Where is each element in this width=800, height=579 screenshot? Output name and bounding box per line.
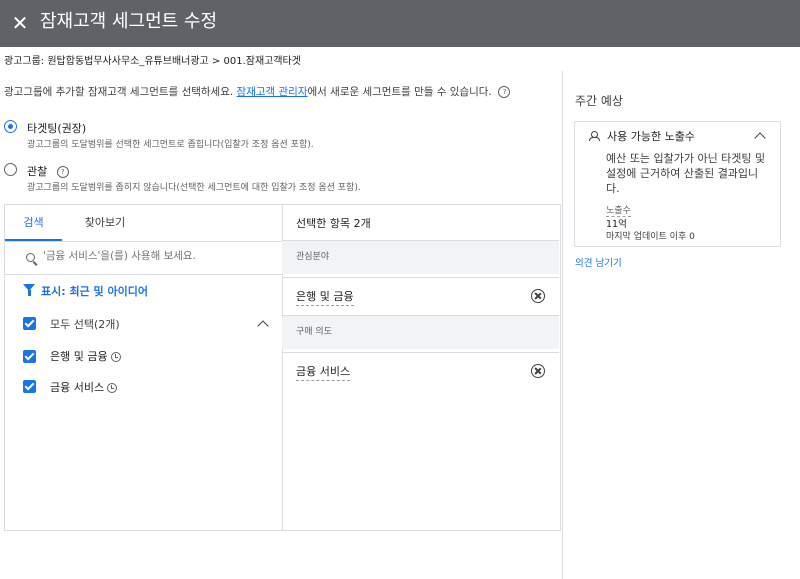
tab-browse[interactable]: 찾아보기 [75, 205, 135, 241]
item-checkbox-financial[interactable] [23, 380, 36, 393]
help-icon[interactable]: ? [498, 86, 511, 98]
feedback-link[interactable]: 의견 남기기 [575, 255, 622, 269]
observation-radio[interactable] [4, 163, 17, 176]
estimate-card-desc: 예산 또는 입찰가가 아닌 타겟팅 및 설정에 근거하여 산출된 결과입니다. [606, 152, 766, 195]
select-all-label: 모두 선택(2개) [50, 318, 120, 331]
dialog-header: ✕ 잠재고객 세그먼트 수정 [0, 0, 800, 47]
intro-text-after: 에서 새로운 세그먼트를 만들 수 있습니다. [307, 86, 492, 98]
selected-divider [282, 352, 559, 353]
observation-help-icon[interactable]: ? [56, 166, 69, 178]
selected-item-financial: 금융 서비스 [296, 363, 351, 381]
item-text-banking: 은행 및 금융 [50, 350, 108, 363]
observation-label-text: 관찰 [27, 165, 48, 178]
selected-group-purchase: 구매 의도 [282, 316, 559, 349]
selected-divider [282, 277, 559, 278]
estimate-card-title: 사용 가능한 노출수 [607, 130, 695, 143]
clock-icon [110, 352, 121, 362]
dialog-title: 잠재고객 세그먼트 수정 [40, 11, 218, 32]
item-text-financial: 금융 서비스 [50, 381, 105, 394]
observation-label: 관찰 ? [27, 163, 69, 179]
intro-text-before: 광고그룹에 추가할 잠재고객 세그먼트를 선택하세요. [4, 86, 237, 98]
side-divider [562, 71, 563, 579]
search-input[interactable] [43, 250, 273, 262]
selected-item-banking: 은행 및 금융 [296, 288, 354, 306]
select-all-checkbox[interactable] [23, 317, 36, 330]
targeting-desc: 광고그룹의 도달범위를 선택한 세그먼트로 좁힙니다(입찰가 조정 옵션 포함)… [27, 140, 314, 150]
item-label-financial: 금융 서비스 [50, 379, 118, 395]
chevron-up-icon[interactable] [257, 320, 269, 332]
selected-group-interest: 관심분야 [282, 241, 559, 274]
estimate-card: 사용 가능한 노출수 예산 또는 입찰가가 아닌 타겟팅 및 설정에 근거하여 … [574, 121, 781, 247]
targeting-label: 타겟팅(권장) [27, 122, 87, 135]
item-label-banking: 은행 및 금융 [50, 348, 121, 364]
breadcrumb: 광고그룹: 원탑합동법무사사무소_유튜브배너광고 > 001.잠재고객타겟 [4, 56, 301, 67]
item-checkbox-banking[interactable] [23, 350, 36, 363]
observation-desc: 광고그룹의 도달범위를 좁히지 않습니다(선택한 세그먼트에 대한 입찰가 조정… [27, 183, 361, 193]
selected-count: 선택한 항목 2개 [296, 217, 371, 230]
tab-search[interactable]: 검색 [5, 205, 62, 241]
last-updated: 마지막 업데이트 이후 0 [606, 232, 695, 242]
remove-icon[interactable] [531, 364, 545, 378]
search-icon [26, 253, 35, 262]
impressions-label: 노출수 [606, 203, 631, 217]
clock-icon [107, 383, 118, 393]
intro-text: 광고그룹에 추가할 잠재고객 세그먼트를 선택하세요. 잠재고객 관리자에서 새… [4, 84, 511, 99]
impressions-value: 11억 [606, 219, 627, 230]
audience-manager-link[interactable]: 잠재고객 관리자 [237, 86, 308, 98]
filter-icon[interactable] [23, 284, 35, 296]
filter-toggle[interactable]: 표시: 최근 및 아이디어 [41, 283, 148, 299]
search-box [5, 242, 282, 275]
weekly-estimate-title: 주간 예상 [575, 94, 623, 108]
close-icon[interactable]: ✕ [8, 11, 32, 35]
people-icon [589, 131, 601, 141]
remove-icon[interactable] [531, 289, 545, 303]
targeting-radio[interactable] [4, 120, 17, 133]
chevron-up-icon[interactable] [754, 132, 766, 144]
